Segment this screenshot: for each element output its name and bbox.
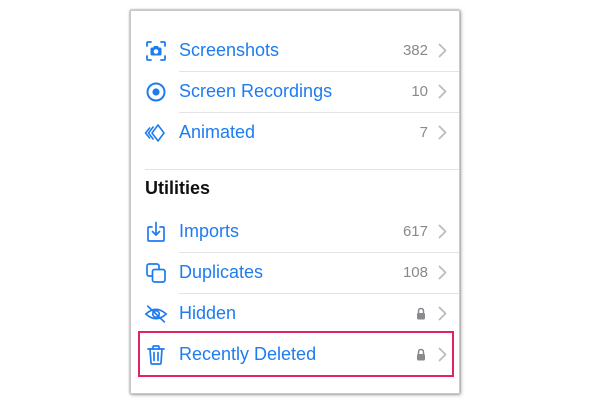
row-recently-deleted[interactable]: Recently Deleted bbox=[131, 335, 461, 375]
chevron-right-icon bbox=[438, 224, 447, 239]
row-hidden[interactable]: Hidden bbox=[131, 294, 461, 334]
row-count: 382 bbox=[402, 42, 428, 59]
import-icon bbox=[144, 220, 168, 244]
section-divider bbox=[145, 169, 459, 170]
animated-icon bbox=[144, 121, 168, 145]
duplicates-icon bbox=[144, 261, 168, 285]
row-animated[interactable]: Animated 7 bbox=[131, 113, 461, 153]
eye-slash-icon bbox=[144, 302, 168, 326]
row-label: Hidden bbox=[179, 303, 237, 323]
row-count: 7 bbox=[419, 124, 428, 141]
trash-icon bbox=[144, 343, 168, 367]
row-label: Recently Deleted bbox=[179, 344, 317, 364]
row-screen-recordings[interactable]: Screen Recordings 10 bbox=[131, 72, 461, 112]
chevron-right-icon bbox=[438, 347, 447, 362]
row-label: Animated bbox=[179, 122, 256, 142]
row-label: Screenshots bbox=[179, 40, 280, 60]
chevron-right-icon bbox=[438, 125, 447, 140]
row-count: 10 bbox=[411, 83, 428, 100]
chevron-right-icon bbox=[438, 265, 447, 280]
row-imports[interactable]: Imports 617 bbox=[131, 212, 461, 252]
chevron-right-icon bbox=[438, 84, 447, 99]
row-count: 108 bbox=[402, 264, 428, 281]
screen-recording-icon bbox=[144, 80, 168, 104]
row-label: Screen Recordings bbox=[179, 81, 333, 101]
row-screenshots[interactable]: Screenshots 382 bbox=[131, 31, 461, 71]
chevron-right-icon bbox=[438, 306, 447, 321]
section-title-utilities: Utilities bbox=[145, 178, 211, 198]
row-label: Duplicates bbox=[179, 262, 264, 282]
row-duplicates[interactable]: Duplicates 108 bbox=[131, 253, 461, 293]
row-count: 617 bbox=[402, 223, 428, 240]
chevron-right-icon bbox=[438, 43, 447, 58]
lock-icon bbox=[415, 348, 427, 362]
screenshot-icon bbox=[144, 39, 168, 63]
albums-list-panel: Screenshots 382 Screen Recordings 10 Ani… bbox=[130, 10, 460, 394]
lock-icon bbox=[415, 307, 427, 321]
row-label: Imports bbox=[179, 221, 240, 241]
